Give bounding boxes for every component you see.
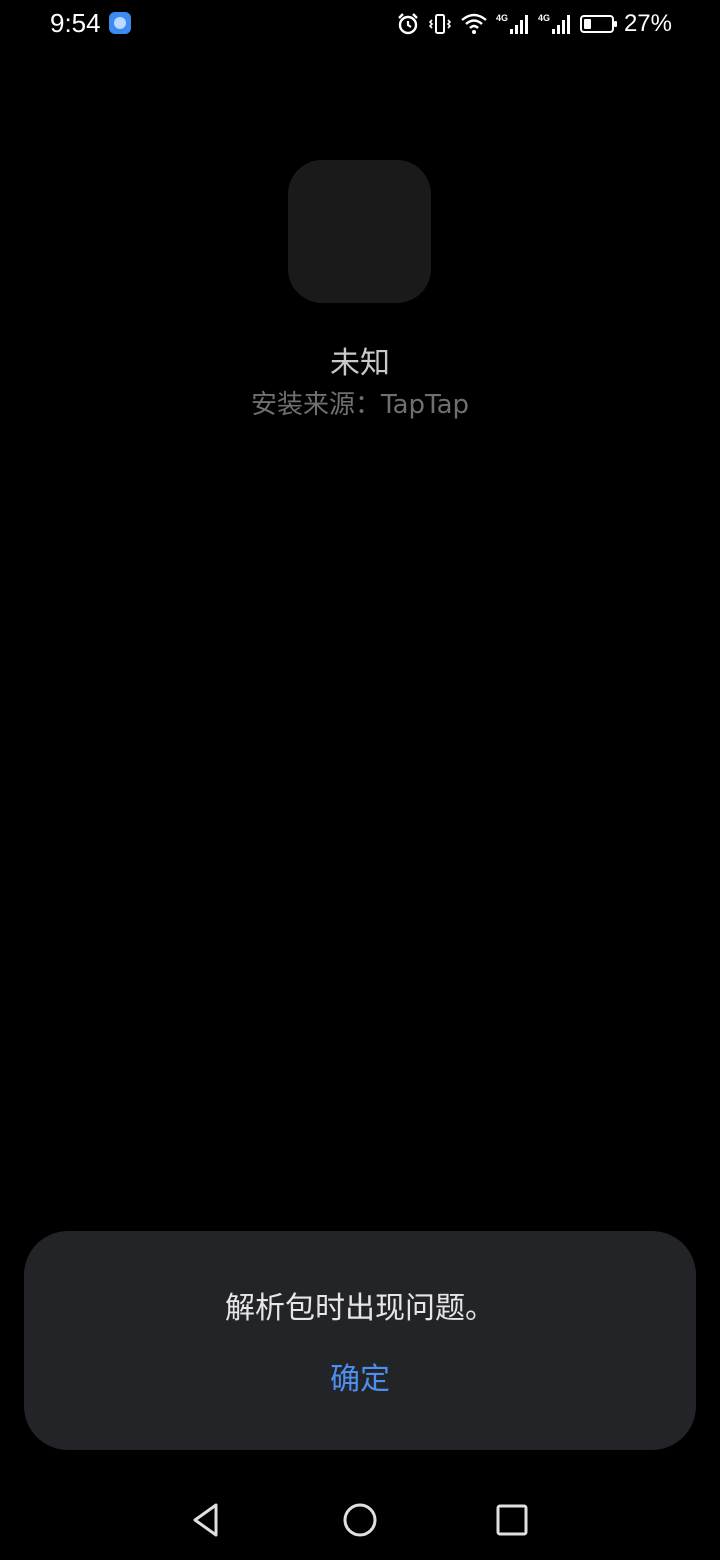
- status-time: 9:54: [50, 8, 101, 38]
- vibrate-icon: [428, 14, 452, 34]
- home-icon[interactable]: [338, 1498, 382, 1542]
- install-source: 安装来源：TapTap: [250, 390, 470, 420]
- back-icon[interactable]: [186, 1498, 230, 1542]
- dialog-message: 解析包时出现问题。: [225, 1291, 495, 1326]
- app-icon-placeholder: [288, 160, 431, 303]
- error-dialog: 解析包时出现问题。 确定: [24, 1231, 696, 1450]
- navigation-bar: [0, 1480, 720, 1560]
- status-bar: 9:54 4G 4G 27%: [0, 0, 720, 50]
- battery-percent: 27%: [623, 10, 672, 37]
- signal-4g-icon: 4G: [538, 13, 570, 34]
- app-name: 未知: [330, 346, 390, 381]
- app-notification-icon: [109, 12, 131, 34]
- recents-icon[interactable]: [490, 1498, 534, 1542]
- signal-1-label: 4G: [496, 13, 508, 23]
- confirm-button[interactable]: 确定: [300, 1355, 420, 1405]
- status-icons: 4G 4G 27%: [396, 10, 672, 38]
- battery-fill: [583, 19, 591, 29]
- signal-4g-icon: 4G: [496, 13, 528, 34]
- battery-icon: [579, 15, 617, 33]
- signal-2-label: 4G: [538, 13, 550, 23]
- wifi-icon: [461, 13, 487, 34]
- alarm-icon: [398, 13, 418, 35]
